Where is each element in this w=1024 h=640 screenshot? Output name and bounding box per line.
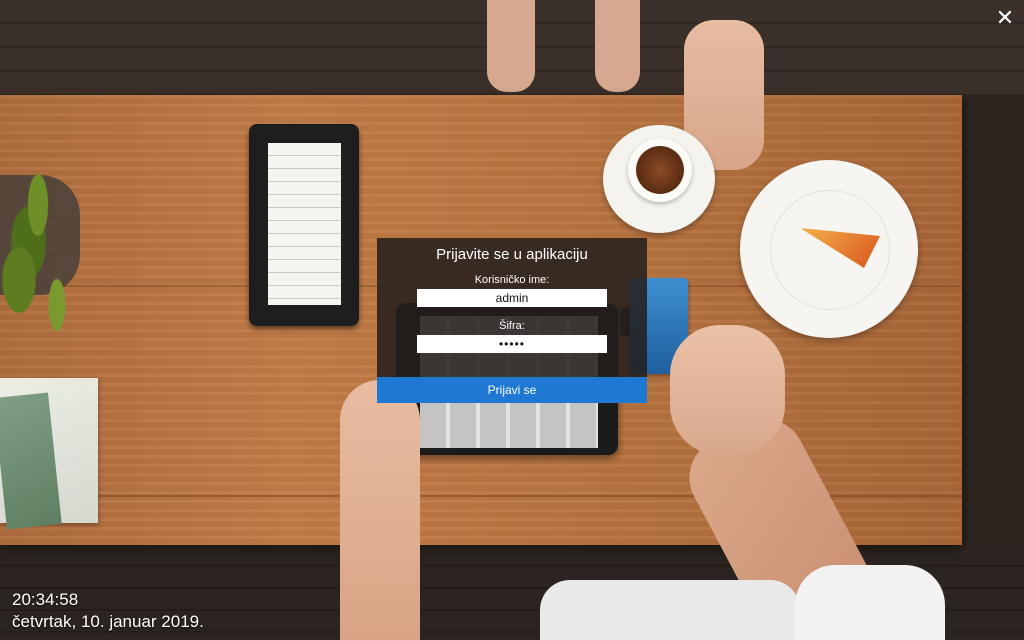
customer-hand bbox=[670, 325, 785, 455]
login-dialog: Prijavite se u aplikaciju Korisničko ime… bbox=[377, 238, 647, 403]
coffee bbox=[636, 146, 684, 194]
close-icon[interactable]: ✕ bbox=[994, 8, 1016, 30]
person-leg-right bbox=[595, 0, 640, 92]
plant bbox=[0, 130, 95, 380]
password-input[interactable] bbox=[417, 335, 607, 353]
person-leg-left bbox=[487, 0, 535, 92]
username-label: Korisničko ime: bbox=[474, 274, 550, 286]
apron bbox=[540, 580, 800, 640]
clock: 20:34:58 četvrtak, 10. januar 2019. bbox=[12, 590, 204, 634]
cashier-hand bbox=[340, 380, 420, 640]
login-button[interactable]: Prijavi se bbox=[377, 377, 647, 403]
login-title: Prijavite se u aplikaciju bbox=[436, 246, 588, 263]
clock-time: 20:34:58 bbox=[12, 590, 79, 609]
sleeve bbox=[795, 565, 945, 640]
password-label: Šifra: bbox=[499, 320, 525, 332]
receipt bbox=[268, 143, 341, 305]
username-input[interactable] bbox=[417, 289, 607, 307]
clock-date: četvrtak, 10. januar 2019. bbox=[12, 612, 204, 631]
